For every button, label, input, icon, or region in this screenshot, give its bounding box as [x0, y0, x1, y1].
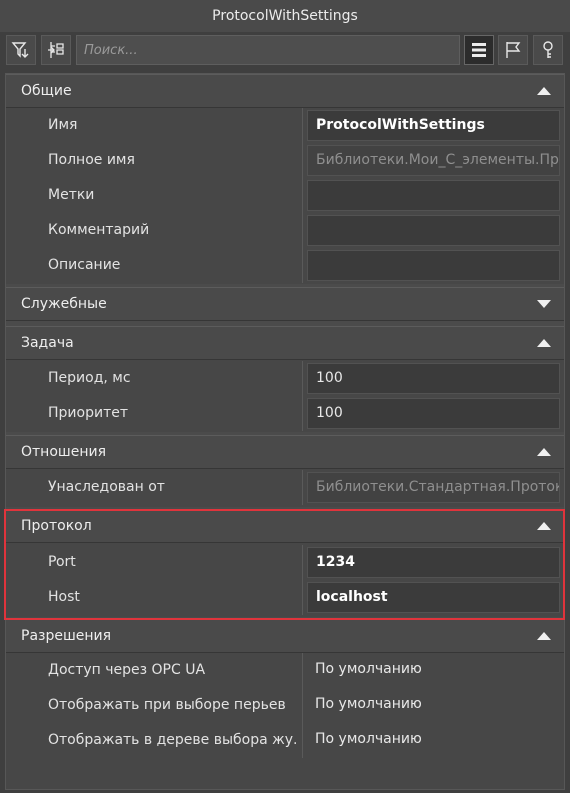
section-service-title: Служебные — [21, 296, 107, 312]
comment-field[interactable] — [307, 215, 560, 246]
property-label: Доступ через OPC UA — [48, 662, 206, 678]
property-row-tree: Отображать в дереве выбора жу... По умол… — [6, 723, 564, 758]
property-row-description: Описание — [6, 248, 564, 283]
key-icon — [543, 41, 553, 58]
key-button[interactable] — [533, 35, 563, 65]
column-divider[interactable] — [302, 580, 303, 615]
section-task-rows: Период, мс 100 Приоритет 100 — [6, 360, 564, 432]
property-label: Период, мс — [48, 370, 131, 386]
filter-icon — [11, 42, 29, 58]
chevron-up-icon[interactable] — [537, 632, 551, 640]
pens-display-dropdown[interactable]: По умолчанию — [307, 690, 560, 721]
property-row-tags: Метки — [6, 178, 564, 213]
opcua-access-dropdown[interactable]: По умолчанию — [307, 655, 560, 686]
column-divider[interactable] — [302, 361, 303, 396]
chevron-up-icon[interactable] — [537, 339, 551, 347]
property-row-priority: Приоритет 100 — [6, 396, 564, 431]
chevron-up-icon[interactable] — [537, 448, 551, 456]
column-divider[interactable] — [302, 688, 303, 723]
column-divider[interactable] — [302, 248, 303, 283]
tags-field[interactable] — [307, 180, 560, 211]
property-label: Приоритет — [48, 405, 128, 421]
flag-icon — [506, 42, 521, 58]
property-label: Описание — [48, 257, 121, 273]
property-label: Host — [48, 589, 80, 605]
collapse-tree-icon — [48, 42, 64, 58]
section-general-rows: Имя ProtocolWithSettings Полное имя Библ… — [6, 108, 564, 284]
port-field[interactable]: 1234 — [307, 547, 560, 578]
column-divider[interactable] — [302, 396, 303, 431]
property-label: Комментарий — [48, 222, 150, 238]
section-relations-title: Отношения — [21, 444, 106, 460]
column-divider[interactable] — [302, 108, 303, 143]
property-row-comment: Комментарий — [6, 213, 564, 248]
window-title: ProtocolWithSettings — [0, 0, 570, 32]
column-divider[interactable] — [302, 178, 303, 213]
period-field[interactable]: 100 — [307, 363, 560, 394]
column-divider[interactable] — [302, 470, 303, 505]
section-task-title: Задача — [21, 335, 74, 351]
column-divider[interactable] — [302, 545, 303, 580]
section-permissions-header[interactable]: Разрешения — [6, 619, 564, 653]
section-relations-header[interactable]: Отношения — [6, 435, 564, 469]
tree-display-dropdown[interactable]: По умолчанию — [307, 725, 560, 756]
section-permissions-rows: Доступ через OPC UA По умолчанию Отображ… — [6, 653, 564, 789]
property-row-name: Имя ProtocolWithSettings — [6, 108, 564, 143]
property-label: Имя — [48, 117, 78, 133]
property-row-fullname: Полное имя Библиотеки.Мои_С_элементы.Про — [6, 143, 564, 178]
search-input[interactable] — [76, 35, 460, 65]
fullname-field: Библиотеки.Мои_С_элементы.Про — [307, 145, 560, 176]
list-view-icon — [472, 43, 486, 57]
priority-field[interactable]: 100 — [307, 398, 560, 429]
property-row-inherited: Унаследован от Библиотеки.Стандартная.Пр… — [6, 470, 564, 505]
chevron-down-icon[interactable] — [537, 300, 551, 308]
section-protocol-header[interactable]: Протокол — [6, 509, 564, 543]
property-row-port: Port 1234 — [6, 545, 564, 580]
host-field[interactable]: localhost — [307, 582, 560, 613]
collapse-tree-button[interactable] — [41, 35, 71, 65]
column-divider[interactable] — [302, 723, 303, 758]
section-protocol-title: Протокол — [21, 518, 92, 534]
section-permissions-title: Разрешения — [21, 628, 112, 644]
property-row-pens: Отображать при выборе перьев По умолчани… — [6, 688, 564, 723]
property-row-period: Период, мс 100 — [6, 361, 564, 396]
name-field[interactable]: ProtocolWithSettings — [307, 110, 560, 141]
column-divider[interactable] — [302, 143, 303, 178]
property-label: Метки — [48, 187, 95, 203]
property-panel: Общие Имя ProtocolWithSettings Полное им… — [5, 73, 565, 790]
toolbar — [0, 32, 570, 68]
section-relations-rows: Унаследован от Библиотеки.Стандартная.Пр… — [6, 469, 564, 507]
section-protocol-rows: Port 1234 Host localhost — [6, 543, 564, 617]
filter-button[interactable] — [6, 35, 36, 65]
section-task-header[interactable]: Задача — [6, 326, 564, 360]
property-label: Унаследован от — [48, 479, 165, 495]
chevron-up-icon[interactable] — [537, 522, 551, 530]
description-field[interactable] — [307, 250, 560, 281]
property-label: Отображать в дереве выбора жу... — [48, 732, 298, 748]
section-service-header[interactable]: Служебные — [6, 287, 564, 321]
section-general-header[interactable]: Общие — [6, 74, 564, 108]
property-row-opcua: Доступ через OPC UA По умолчанию — [6, 653, 564, 688]
property-label: Отображать при выборе перьев — [48, 697, 286, 713]
column-divider[interactable] — [302, 653, 303, 688]
property-label: Port — [48, 554, 76, 570]
list-view-button[interactable] — [464, 35, 494, 65]
flag-button[interactable] — [498, 35, 528, 65]
property-row-host: Host localhost — [6, 580, 564, 615]
column-divider[interactable] — [302, 213, 303, 248]
property-label: Полное имя — [48, 152, 135, 168]
section-general-title: Общие — [21, 83, 72, 99]
chevron-up-icon[interactable] — [537, 87, 551, 95]
inherited-from-field: Библиотеки.Стандартная.Протоко. — [307, 472, 560, 503]
